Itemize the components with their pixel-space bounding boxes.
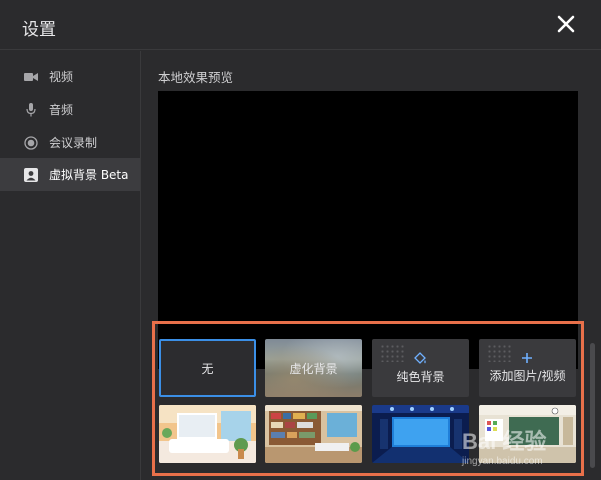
settings-sidebar: 视频 音频 会议录制 虚拟背景 Beta <box>0 51 141 480</box>
tile-label: 纯色背景 <box>396 370 445 384</box>
sidebar-item-recording[interactable]: 会议录制 <box>0 126 140 159</box>
background-none-tile[interactable]: 无 <box>159 339 256 397</box>
options-scrollbar[interactable] <box>590 343 595 468</box>
scene-classroom-tile[interactable] <box>479 405 576 463</box>
plus-icon <box>522 353 533 363</box>
background-solid-color-tile[interactable]: 纯色背景 <box>372 339 469 397</box>
paint-bucket-icon <box>414 352 427 364</box>
video-camera-icon <box>23 69 39 85</box>
main-panel: 本地效果预览 无 虚化背景 纯色背景 添加图片/视频 <box>141 51 601 480</box>
scene-stage-tile[interactable] <box>372 405 469 463</box>
classroom-scene-image <box>479 405 576 463</box>
sidebar-item-virtual-background[interactable]: 虚拟背景 Beta <box>0 158 140 191</box>
close-button[interactable] <box>553 11 579 37</box>
dialog-title: 设置 <box>22 20 56 40</box>
close-icon <box>557 15 575 33</box>
stage-scene-image <box>372 405 469 463</box>
title-bar: 设置 <box>0 0 601 50</box>
background-blur-tile[interactable]: 虚化背景 <box>265 339 362 397</box>
portrait-icon <box>23 167 39 183</box>
sidebar-item-label: 视频 <box>49 70 74 84</box>
scene-bedroom-tile[interactable] <box>159 405 256 463</box>
microphone-icon <box>23 102 39 118</box>
tile-label: 无 <box>201 361 214 376</box>
add-image-video-tile[interactable]: 添加图片/视频 <box>479 339 576 397</box>
sidebar-item-audio[interactable]: 音频 <box>0 93 140 126</box>
sidebar-item-label: 虚拟背景 Beta <box>49 168 129 182</box>
tile-label: 添加图片/视频 <box>489 369 566 383</box>
library-scene-image <box>265 405 362 463</box>
sidebar-item-label: 音频 <box>49 103 74 117</box>
sidebar-item-video[interactable]: 视频 <box>0 60 140 93</box>
record-icon <box>23 135 39 151</box>
sidebar-item-label: 会议录制 <box>49 136 98 150</box>
scene-library-tile[interactable] <box>265 405 362 463</box>
tile-label: 虚化背景 <box>289 361 338 376</box>
bedroom-scene-image <box>159 405 256 463</box>
preview-title: 本地效果预览 <box>158 70 234 85</box>
